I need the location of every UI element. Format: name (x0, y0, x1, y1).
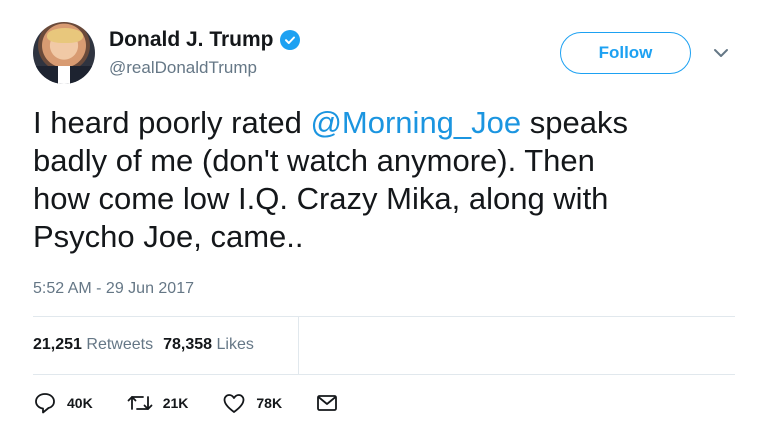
avatar-shirt (33, 66, 95, 84)
user-handle[interactable]: @realDonaldTrump (109, 58, 257, 78)
envelope-icon (317, 395, 337, 411)
tweet-card: Donald J. Trump @realDonaldTrump Follow … (0, 0, 773, 433)
tweet-text-before: I heard poorly rated (33, 105, 311, 140)
tweet-actions: 40K 21K 78K (33, 390, 372, 416)
likes-stat[interactable]: 78,358 Likes (163, 336, 254, 354)
reply-count: 40K (67, 395, 93, 411)
retweets-stat[interactable]: 21,251 Retweets (33, 336, 153, 354)
likes-label: Likes (216, 336, 254, 353)
follow-button[interactable]: Follow (560, 32, 691, 74)
avatar[interactable] (33, 22, 95, 84)
chevron-down-icon[interactable] (712, 44, 730, 62)
reply-button[interactable]: 40K (33, 392, 93, 414)
divider-top (33, 316, 735, 317)
retweets-count: 21,251 (33, 336, 82, 353)
tweet-timestamp[interactable]: 5:52 AM - 29 Jun 2017 (33, 280, 194, 298)
likes-count: 78,358 (163, 336, 213, 353)
avatar-hair (47, 28, 83, 43)
display-name-text: Donald J. Trump (109, 28, 274, 51)
verified-badge-icon (279, 30, 300, 50)
display-name[interactable]: Donald J. Trump (109, 28, 300, 52)
tweet-text: I heard poorly rated @Morning_Joe speaks… (33, 104, 753, 256)
like-count: 78K (256, 395, 283, 411)
direct-message-button[interactable] (316, 393, 338, 413)
retweet-button[interactable]: 21K (127, 392, 189, 414)
reply-icon (35, 393, 55, 414)
retweet-count: 21K (162, 395, 189, 411)
tweet-stats: 21,251 Retweets 78,358 Likes (33, 336, 254, 354)
like-button[interactable]: 78K (222, 392, 282, 414)
retweet-icon (127, 396, 153, 410)
retweets-label: Retweets (86, 336, 154, 353)
mention-link[interactable]: @Morning_Joe (310, 105, 521, 140)
divider-bottom (33, 374, 735, 375)
stats-vertical-divider (298, 316, 299, 374)
heart-icon (223, 394, 245, 413)
